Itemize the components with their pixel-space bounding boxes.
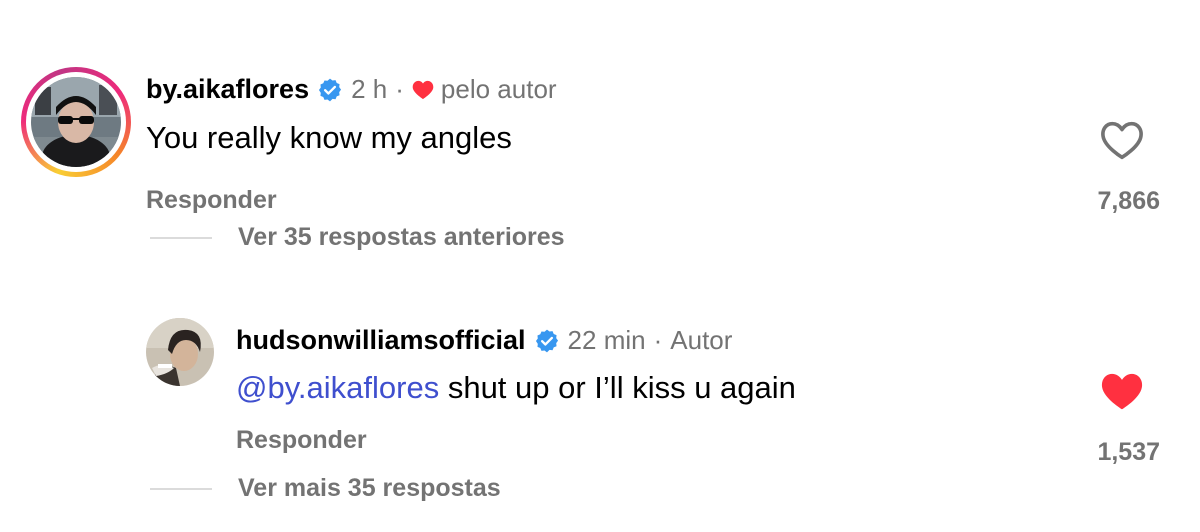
comment-header: hudsonwilliamsofficial 22 min · Autor xyxy=(236,325,733,356)
heart-filled-icon xyxy=(412,80,434,99)
author-label: Autor xyxy=(670,325,733,355)
comment-text: You really know my angles xyxy=(146,120,512,155)
username[interactable]: hudsonwilliamsofficial xyxy=(236,325,526,356)
mention-link[interactable]: @by.aikaflores xyxy=(236,370,439,405)
like-count: 7,866 xyxy=(1097,187,1160,215)
view-replies-button[interactable]: Ver mais 35 respostas xyxy=(238,474,501,503)
verified-badge-icon xyxy=(535,329,558,352)
story-ring-avatar[interactable] xyxy=(21,67,131,177)
avatar xyxy=(31,77,121,167)
heart-filled-icon[interactable] xyxy=(1100,372,1144,412)
like-count: 1,537 xyxy=(1097,438,1160,466)
heart-outline-icon[interactable] xyxy=(1100,121,1144,161)
verified-badge-icon xyxy=(319,78,342,101)
divider-line xyxy=(150,237,212,239)
comment-header: by.aikaflores 2 h · pelo autor xyxy=(146,74,557,105)
reply-button[interactable]: Responder xyxy=(236,426,367,455)
avatar[interactable] xyxy=(146,318,214,386)
comment-text: @by.aikaflores shut up or I’ll kiss u ag… xyxy=(236,370,796,406)
divider-line xyxy=(150,488,212,490)
comment-time: 22 min xyxy=(567,325,646,355)
view-replies-button[interactable]: Ver 35 respostas anteriores xyxy=(238,223,565,252)
comment-time: 2 h xyxy=(351,74,388,104)
liked-by-author-label: pelo autor xyxy=(440,74,557,104)
comment-body: shut up or I’ll kiss u again xyxy=(447,370,796,405)
username[interactable]: by.aikaflores xyxy=(146,74,309,105)
reply-button[interactable]: Responder xyxy=(146,186,277,215)
comments-thread: by.aikaflores 2 h · pelo autor You reall… xyxy=(0,0,1200,532)
